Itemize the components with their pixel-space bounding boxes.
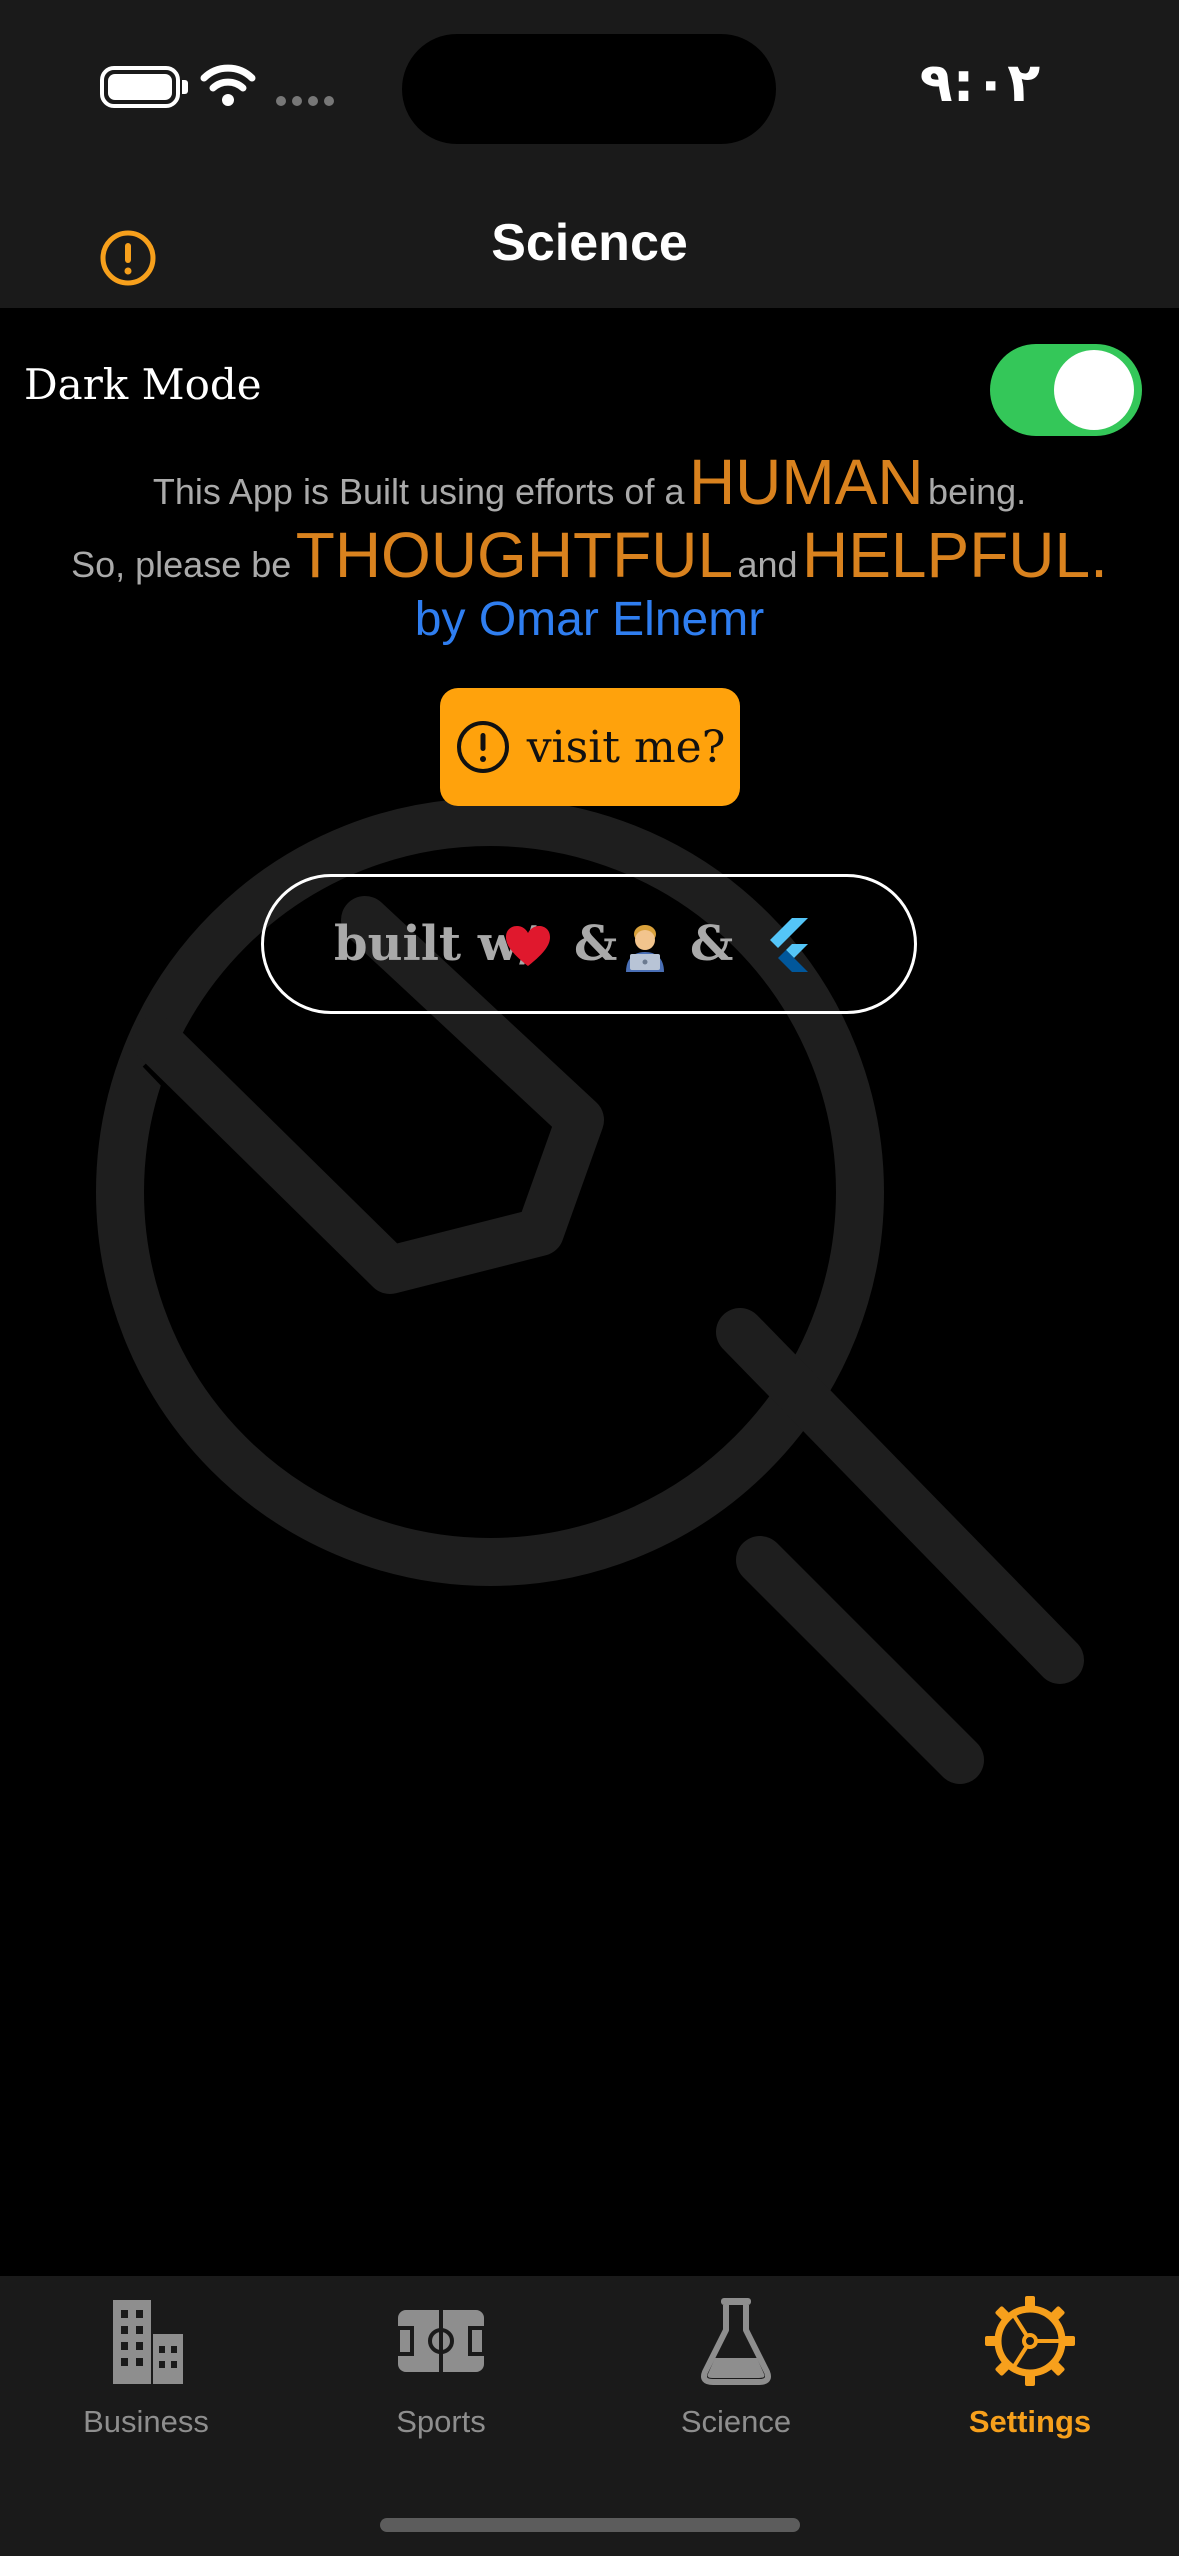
exclamation-circle-icon: [456, 721, 509, 773]
field-icon: [396, 2310, 486, 2372]
tab-label: Business: [83, 2404, 209, 2439]
building-icon: [113, 2300, 183, 2384]
heart-icon: [506, 926, 550, 966]
battery-icon: [100, 66, 188, 108]
message-highlight: THOUGHTFUL: [295, 519, 734, 591]
message-line-3: by Omar Elnemr: [0, 592, 1179, 647]
tab-science[interactable]: Science: [636, 2296, 836, 2446]
dark-mode-label: Dark Mode: [24, 360, 262, 409]
message-highlight: HUMAN: [688, 446, 924, 518]
gear-icon: [985, 2296, 1075, 2386]
home-indicator: [380, 2518, 800, 2532]
dark-mode-toggle[interactable]: [990, 344, 1142, 436]
status-time: ٩:٠٢: [919, 51, 1041, 114]
dynamic-island: [402, 34, 776, 144]
message-text: This App is Built using efforts of a: [152, 471, 685, 512]
tab-settings[interactable]: Settings: [930, 2296, 1130, 2446]
ampersand: &: [574, 916, 618, 972]
visit-me-button[interactable]: visit me?: [440, 688, 740, 806]
tab-business[interactable]: Business: [46, 2296, 246, 2446]
message-text: being.: [928, 471, 1027, 512]
developer-icon: [626, 925, 664, 972]
wifi-icon: [200, 64, 256, 106]
flutter-icon: [770, 918, 808, 972]
ampersand: &: [690, 916, 734, 972]
tab-sports[interactable]: Sports: [341, 2296, 541, 2446]
message-text: and: [737, 544, 798, 585]
page-title: Science: [491, 214, 688, 272]
message-highlight: HELPFUL.: [802, 519, 1108, 591]
tab-label: Science: [680, 2404, 792, 2439]
signal-icon: [276, 96, 334, 106]
flask-icon: [701, 2298, 771, 2385]
tab-label: Settings: [968, 2404, 1092, 2439]
message-line-1: This App is Built using efforts of a HUM…: [0, 445, 1179, 519]
toggle-knob: [1054, 350, 1134, 430]
visit-me-label: visit me?: [526, 721, 726, 773]
tab-label: Sports: [396, 2404, 486, 2439]
author-link[interactable]: by Omar Elnemr: [415, 593, 764, 646]
message-line-2: So, please be THOUGHTFUL and HELPFUL.: [0, 518, 1179, 592]
message-text: So, please be: [71, 544, 292, 585]
